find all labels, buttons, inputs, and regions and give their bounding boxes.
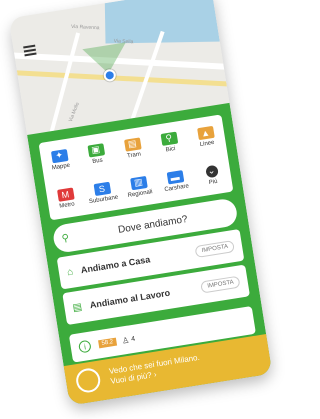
mode-label: Carshare: [163, 182, 190, 193]
mode-metro[interactable]: M Metro: [45, 176, 88, 220]
walk-count: 4: [130, 335, 136, 343]
line-badge: 58.2: [98, 337, 117, 349]
mode-suburbane[interactable]: S Suburbane: [81, 170, 124, 214]
car-icon: ▬: [166, 169, 184, 185]
street-label: Via Ravenna: [70, 23, 100, 32]
mode-piu[interactable]: ⌄ Più: [191, 153, 234, 197]
bike-icon: ⚲: [159, 131, 178, 146]
bus-icon: ▣: [86, 142, 105, 158]
mode-label: Bus: [91, 157, 104, 165]
favorite-label: Andiamo al Lavoro: [89, 287, 171, 311]
phone-screen: Via Ravenna Via Sella Via Mollo ✦ Mappe …: [8, 0, 273, 406]
set-work-button[interactable]: IMPOSTA: [200, 275, 241, 294]
mode-label: Bici: [165, 145, 176, 153]
mode-linee[interactable]: ▲ Linee: [185, 114, 228, 158]
walk-icon: ♙: [121, 335, 130, 346]
briefcase-icon: ▤: [71, 301, 83, 314]
tram-icon: ▤: [123, 136, 142, 152]
mode-label: Linee: [199, 139, 215, 148]
info-icon: i: [78, 339, 92, 354]
map-icon: ✦: [50, 148, 69, 163]
mode-carshare[interactable]: ▬ Carshare: [154, 159, 197, 203]
mode-label: Più: [208, 178, 218, 186]
mode-label: Metro: [58, 200, 76, 210]
mode-bus[interactable]: ▣ Bus: [75, 132, 118, 176]
mode-bici[interactable]: ⚲ Bici: [148, 120, 191, 164]
mode-label: Regionali: [127, 188, 153, 199]
main-road: [9, 69, 231, 88]
regional-icon: ▥: [129, 175, 148, 190]
mode-label: Mappe: [51, 162, 71, 171]
street-label: Via Mollo: [67, 101, 81, 123]
road: [45, 32, 81, 142]
mode-label: Suburbane: [88, 194, 119, 205]
home-icon: ⌂: [66, 266, 74, 278]
more-icon: ⌄: [204, 164, 219, 178]
mode-tram[interactable]: ▤ Tram: [112, 126, 155, 170]
bottom-panel: ✦ Mappe ▣ Bus ▤ Tram ⚲ Bici ▲ Linee M Me…: [27, 102, 273, 406]
menu-icon[interactable]: [23, 44, 37, 57]
mode-mappe[interactable]: ✦ Mappe: [39, 138, 82, 182]
mode-regionali[interactable]: ▥ Regionali: [118, 164, 161, 208]
favorite-label: Andiamo a Casa: [80, 254, 151, 276]
promo-icon: [74, 366, 102, 395]
mode-label: Tram: [126, 150, 142, 160]
metro-icon: M: [56, 187, 75, 202]
suburban-icon: S: [93, 181, 111, 196]
lines-icon: ▲: [196, 125, 215, 140]
water-area: [104, 0, 231, 44]
search-icon: ⚲: [60, 232, 70, 245]
set-home-button[interactable]: IMPOSTA: [194, 240, 235, 258]
